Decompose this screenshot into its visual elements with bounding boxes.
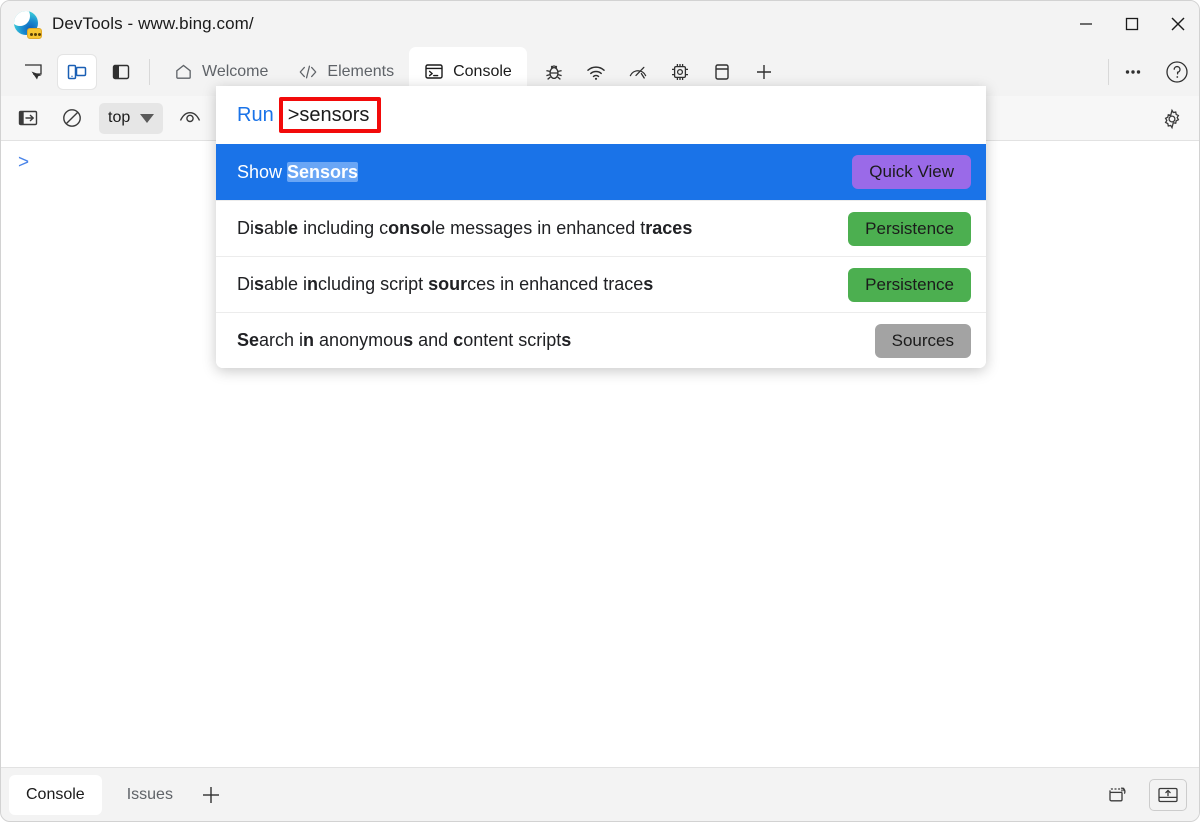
home-icon [174, 62, 193, 81]
command-palette-item-badge: Persistence [848, 211, 971, 246]
console-toolbar-right [1145, 96, 1189, 141]
window-controls [1063, 1, 1199, 47]
drawer-tab-issues[interactable]: Issues [110, 775, 190, 815]
device-toolbar-icon[interactable] [58, 54, 96, 89]
command-palette-item-badge: Persistence [848, 267, 971, 302]
command-palette-query-input[interactable]: >sensors [283, 102, 374, 128]
command-palette-item[interactable]: Show Sensors Quick View [216, 144, 986, 200]
question-circle-icon[interactable] [1157, 52, 1197, 92]
sidebar-toggle-icon[interactable] [11, 103, 45, 133]
tabstrip-right-group [1100, 47, 1199, 96]
tab-welcome-label: Welcome [202, 62, 269, 80]
drawer-tab-bar: Console Issues [1, 767, 1199, 821]
drawer-add-tab-plus-icon[interactable] [190, 775, 232, 815]
command-palette[interactable]: Run >sensors Show Sensors Quick View Dis… [216, 86, 986, 368]
eye-icon[interactable] [173, 103, 207, 133]
run-label: Run [237, 103, 274, 126]
command-palette-results: Show Sensors Quick View Disable includin… [216, 144, 986, 368]
toolbar-divider [149, 58, 150, 85]
command-palette-item-badge: Sources [874, 323, 971, 358]
drawer-tab-console-label: Console [26, 785, 85, 803]
command-palette-item[interactable]: Disable including script sources in enha… [216, 256, 986, 312]
command-palette-item-title: Show Sensors [237, 161, 359, 182]
command-palette-item[interactable]: Search in anonymous and content scripts … [216, 312, 986, 368]
command-palette-item-badge: Quick View [852, 155, 971, 189]
close-icon[interactable] [1155, 1, 1199, 47]
restore-drawer-icon[interactable] [1099, 779, 1137, 811]
devtools-window: DevTools - www.bing.com/ Welcome Element… [0, 0, 1200, 822]
execution-context-value: top [108, 109, 131, 126]
gear-icon[interactable] [1155, 104, 1189, 134]
drawer-tab-console[interactable]: Console [9, 774, 102, 815]
chevron-down-icon [140, 113, 155, 123]
drawer-right-group [1099, 778, 1187, 811]
clear-console-icon[interactable] [55, 103, 89, 133]
right-divider [1108, 58, 1109, 85]
command-palette-item-title: Disable including console messages in en… [237, 218, 693, 238]
console-prompt-row[interactable]: > [1, 149, 29, 175]
dock-panel-up-icon[interactable] [1149, 778, 1187, 811]
console-prompt-icon [424, 62, 444, 81]
edge-devtools-icon [14, 11, 42, 39]
ellipsis-icon[interactable] [1113, 52, 1153, 92]
command-palette-item[interactable]: Disable including console messages in en… [216, 200, 986, 256]
tab-elements-label: Elements [327, 62, 395, 80]
console-prompt-symbol: > [18, 151, 30, 173]
drawer-tab-issues-label: Issues [126, 785, 173, 803]
panel-layout-icon[interactable] [102, 55, 140, 89]
maximize-icon[interactable] [1109, 1, 1155, 47]
command-palette-item-title: Disable including script sources in enha… [237, 274, 654, 294]
minimize-icon[interactable] [1063, 1, 1109, 47]
code-brackets-icon [298, 63, 318, 81]
inspect-cursor-icon[interactable] [14, 55, 52, 89]
window-title: DevTools - www.bing.com/ [52, 14, 254, 33]
title-bar: DevTools - www.bing.com/ [1, 1, 1199, 47]
execution-context-select[interactable]: top [99, 102, 164, 134]
command-palette-item-title: Search in anonymous and content scripts [237, 330, 572, 350]
tab-console-label: Console [453, 62, 512, 80]
command-palette-query-row: Run >sensors [216, 86, 986, 144]
